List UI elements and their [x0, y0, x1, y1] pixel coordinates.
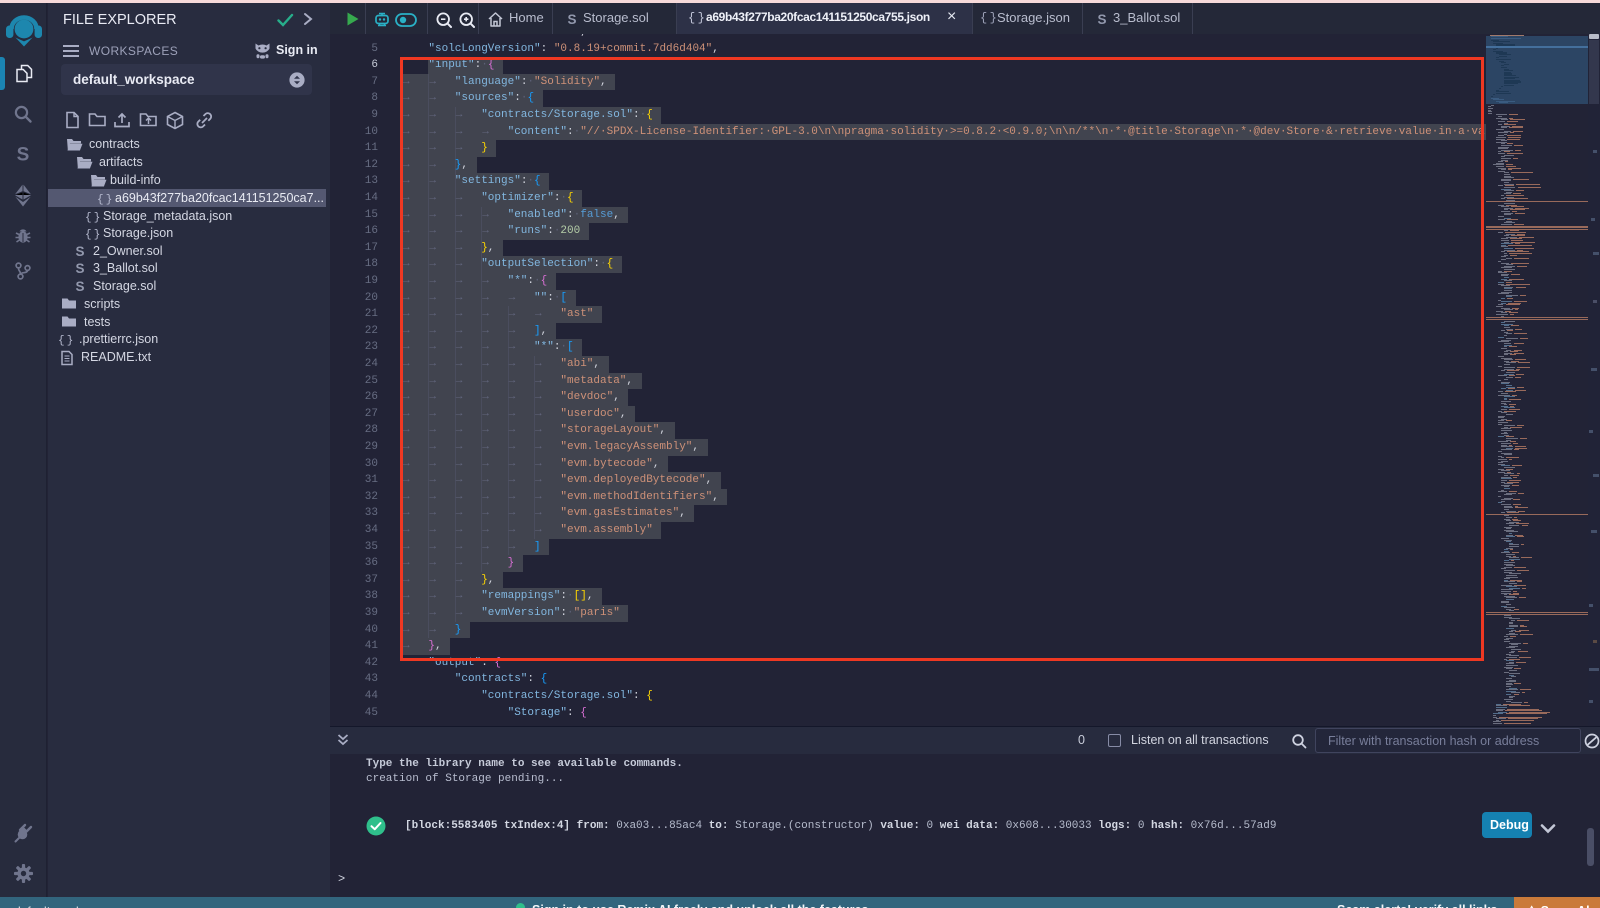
svg-text:S: S	[567, 12, 576, 26]
svg-text:S: S	[75, 244, 84, 258]
svg-text:S: S	[75, 279, 84, 293]
svg-text:S: S	[75, 261, 84, 275]
svg-text:S: S	[1097, 12, 1106, 26]
svg-text:S: S	[17, 145, 30, 165]
